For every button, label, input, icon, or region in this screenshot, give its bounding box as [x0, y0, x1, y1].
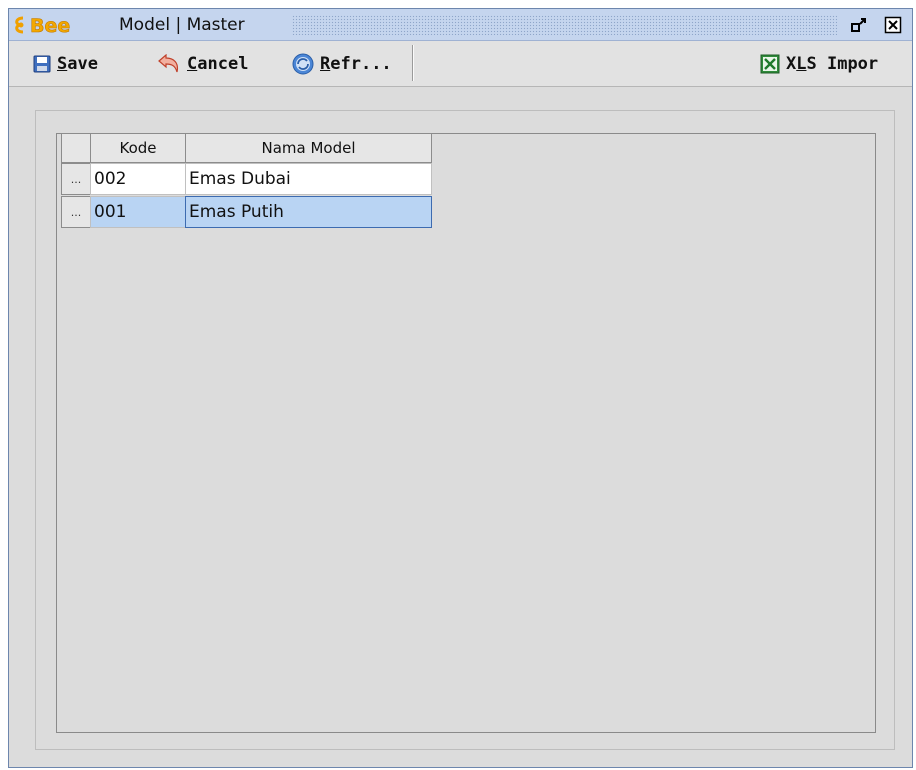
xls-import-button[interactable]: XLS Impor	[760, 41, 878, 87]
xls-label-b: S Impor	[806, 54, 879, 74]
app-window: Bee Model | Master Save Cancel Refr... X…	[8, 8, 913, 768]
toolbar-separator	[412, 45, 413, 81]
title-bar[interactable]: Bee Model | Master	[9, 9, 912, 41]
restore-icon[interactable]	[847, 13, 871, 37]
toolbar: Save Cancel Refr... XLS Impor	[9, 41, 912, 87]
logo-text: Bee	[30, 15, 70, 36]
cancel-button[interactable]: Cancel	[157, 41, 248, 87]
cell-nama-model[interactable]: Emas Dubai	[185, 163, 432, 195]
column-header-kode[interactable]: Kode	[90, 133, 186, 163]
excel-icon	[760, 54, 780, 74]
refresh-mnemonic: R	[320, 54, 331, 74]
floppy-icon	[33, 55, 51, 73]
close-icon[interactable]	[881, 13, 905, 37]
cancel-mnemonic: C	[187, 54, 198, 74]
refresh-icon	[292, 53, 314, 75]
cancel-label: ancel	[197, 54, 249, 74]
save-button[interactable]: Save	[33, 41, 98, 87]
xls-label-a: X	[786, 54, 797, 74]
bee-logo: Bee	[15, 15, 71, 36]
cell-nama-model-focused[interactable]: Emas Putih	[185, 196, 432, 228]
row-selector-button[interactable]: ...	[61, 163, 91, 195]
row-selector-button[interactable]: ...	[61, 196, 91, 228]
save-mnemonic: S	[57, 54, 68, 74]
cell-kode[interactable]: 002	[90, 163, 186, 195]
window-title: Model | Master	[119, 15, 245, 35]
save-label: ave	[67, 54, 98, 74]
refresh-button[interactable]: Refr...	[292, 41, 392, 87]
cell-kode-selected[interactable]: 001	[90, 196, 186, 228]
column-header-nama-model[interactable]: Nama Model	[185, 133, 432, 163]
xls-mnemonic: L	[796, 54, 807, 74]
undo-arrow-icon	[158, 54, 179, 73]
title-drag-area[interactable]	[292, 15, 837, 35]
refresh-label: efr...	[330, 54, 392, 74]
grid-corner	[61, 133, 91, 163]
